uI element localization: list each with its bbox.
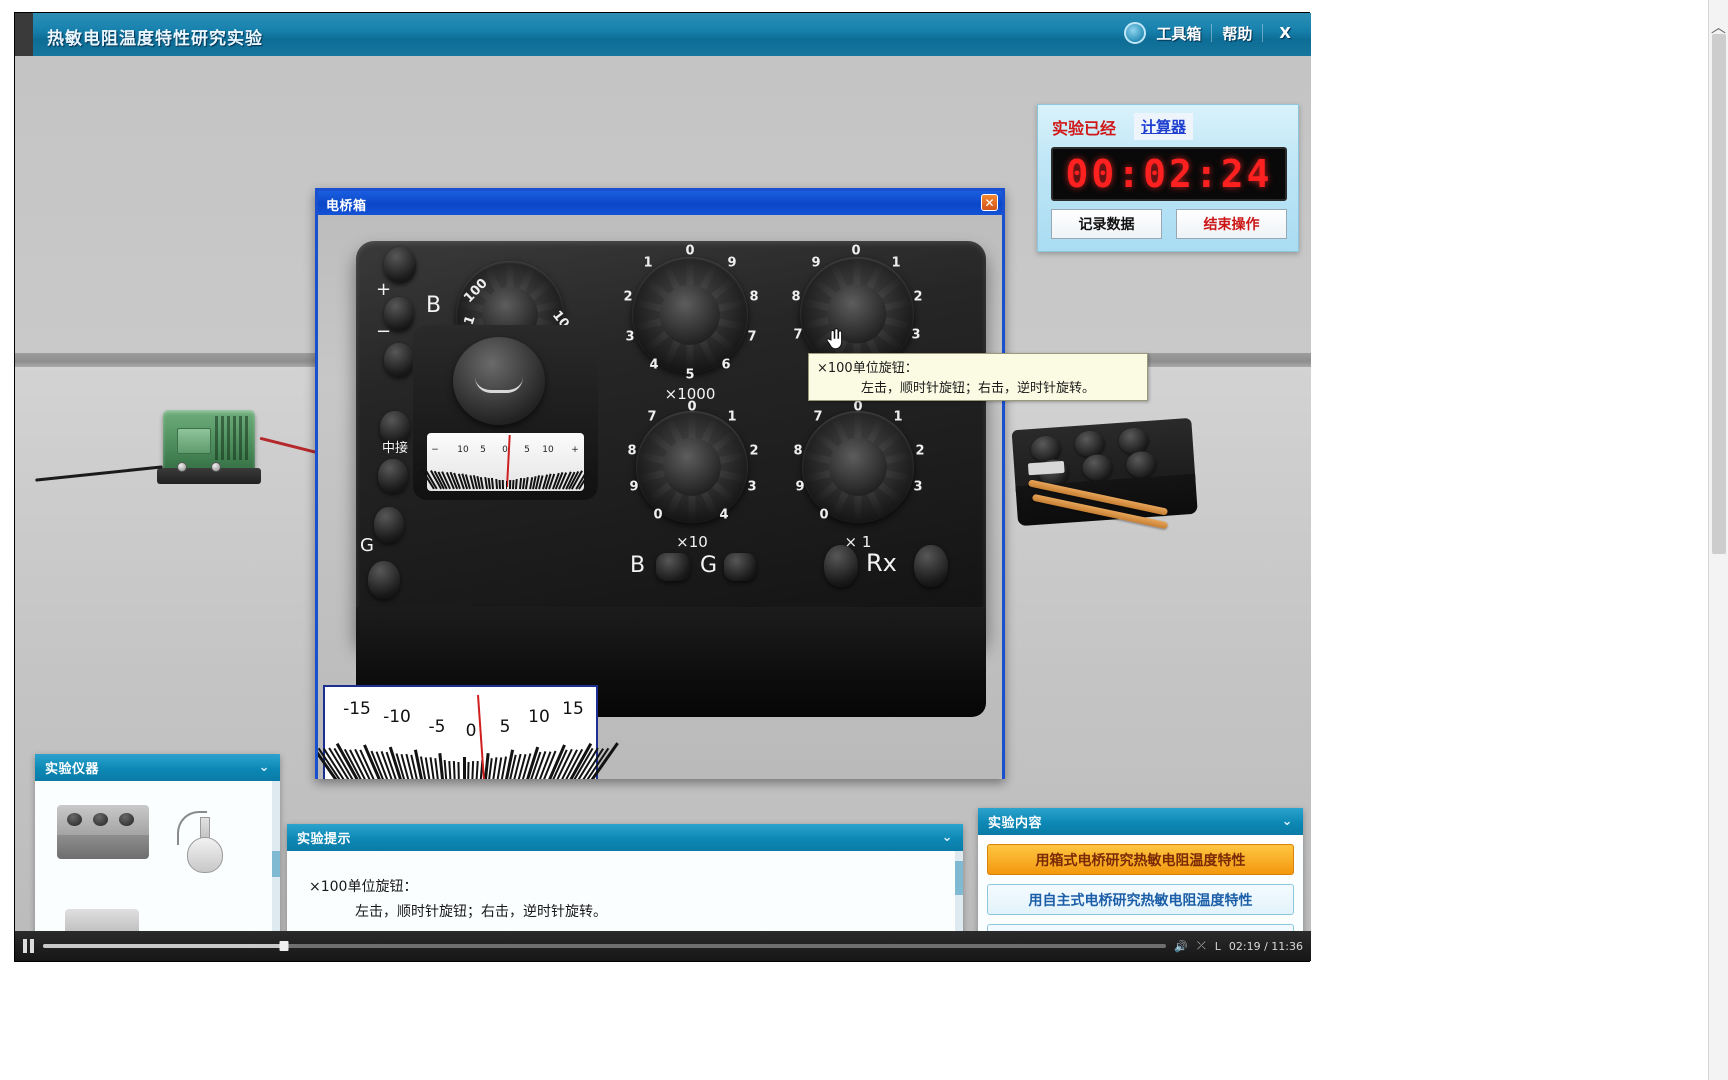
label-middle: 中接 <box>382 441 409 456</box>
galvanometer-ticks <box>421 459 592 490</box>
dial-x1000[interactable] <box>632 257 748 373</box>
post-top[interactable] <box>384 247 416 283</box>
chevron-double-down-icon[interactable]: ⌄ <box>259 760 270 775</box>
record-data-button[interactable]: 记录数据 <box>1051 209 1162 239</box>
button-b[interactable] <box>656 553 690 581</box>
timer-panel: 实验已经 计算器 00:02:24 记录数据 结束操作 <box>1037 104 1299 252</box>
instrument-heater-block[interactable] <box>65 909 139 933</box>
transformer-terminal-1 <box>177 462 187 472</box>
dial-x10[interactable] <box>636 411 748 523</box>
content-item-0[interactable]: 用箱式电桥研究热敏电阻温度特性 <box>987 844 1294 875</box>
contents-panel: 实验内容 ⌄ 用箱式电桥研究热敏电阻温度特性 用自主式电桥研究热敏电阻温度特性 … <box>978 808 1303 933</box>
dial-x1[interactable] <box>802 411 914 523</box>
title-bar-left-nub <box>15 13 33 56</box>
connection-rods <box>1027 464 1177 530</box>
progress-slider[interactable] <box>43 941 1167 951</box>
toolbox-icon[interactable] <box>1124 22 1147 44</box>
toolbox-button[interactable]: 工具箱 <box>1156 23 1201 44</box>
contents-panel-title: 实验内容 <box>988 816 1043 831</box>
lock-icon[interactable]: L <box>1215 940 1221 953</box>
application-frame: 热敏电阻温度特性研究实验 工具箱 帮助 X 电桥箱 ✕ + − B 中接 G 1… <box>14 12 1311 962</box>
timer-buttons: 记录数据 结束操作 <box>1051 209 1287 239</box>
page-scrollbar[interactable]: ︿ <box>1708 0 1728 1080</box>
galvanometer-face: − 10 5 0 5 10 + <box>421 433 592 491</box>
bridge-box-window: 电桥箱 ✕ + − B 中接 G 100 0 9 8 7 6 5 4 3 2 1… <box>315 188 1005 779</box>
label-rx: Rx <box>866 549 897 577</box>
instruments-panel: 实验仪器 ⌄ <box>35 754 280 933</box>
variable-transformer[interactable] <box>155 396 265 486</box>
contents-panel-header: 实验内容 ⌄ <box>978 808 1303 835</box>
tooltip-line-2: 左击，顺时针旋钮；右击，逆时针旋转。 <box>861 381 1096 397</box>
close-icon[interactable]: X <box>1273 24 1297 42</box>
transformer-terminal-2 <box>211 462 221 472</box>
pause-icon[interactable] <box>23 939 35 953</box>
knob-slot <box>475 377 523 393</box>
content-item-1[interactable]: 用自主式电桥研究热敏电阻温度特性 <box>987 884 1294 915</box>
instruments-scrollbar[interactable] <box>272 781 280 933</box>
label-b-button: B <box>630 553 646 578</box>
transformer-plate <box>177 428 211 454</box>
instrument-resistance-box[interactable] <box>57 805 149 861</box>
volume-icon[interactable]: 🔊 <box>1174 940 1188 953</box>
post-middle-2[interactable] <box>378 459 408 493</box>
screen-root: 热敏电阻温度特性研究实验 工具箱 帮助 X 电桥箱 ✕ + − B 中接 G 1… <box>0 0 1728 1080</box>
app-title: 热敏电阻温度特性研究实验 <box>47 29 263 49</box>
calculator-link[interactable]: 计算器 <box>1134 113 1194 140</box>
progress-thumb[interactable] <box>279 941 289 951</box>
label-g-terminal: G <box>360 535 374 556</box>
galvanometer-adjust-knob[interactable] <box>453 337 545 425</box>
instruments-panel-title: 实验仪器 <box>45 762 100 777</box>
rx-terminal-right[interactable] <box>914 545 948 587</box>
tips-panel-body: ×100单位旋钮： 左击，顺时针旋钮；右击，逆时针旋转。 按F1键查看更多相关信… <box>287 851 963 933</box>
label-b-terminal: B <box>426 293 442 318</box>
scrollbar-thumb[interactable] <box>1712 34 1726 554</box>
magnified-ticks <box>318 721 619 779</box>
label-minus: − <box>376 321 392 342</box>
rx-terminal-left[interactable] <box>824 545 858 587</box>
post-g-2[interactable] <box>368 561 400 599</box>
button-g[interactable] <box>724 553 756 581</box>
tooltip-line-1: ×100单位旋钮： <box>817 361 918 376</box>
instrument-thermistor-probe[interactable] <box>175 811 235 883</box>
label-plus: + <box>376 279 392 300</box>
dial-x10-caption: ×10 <box>676 533 708 551</box>
instruments-panel-body <box>35 781 280 933</box>
tips-panel-title: 实验提示 <box>297 832 352 847</box>
post-g-1[interactable] <box>374 507 404 543</box>
bridge-window-body: + − B 中接 G 100 0.1 1 10 100 1000 <box>318 215 1002 779</box>
instruments-panel-header: 实验仪器 ⌄ <box>35 754 280 781</box>
timer-label: 实验已经 <box>1052 119 1117 138</box>
bridge-window-title: 电桥箱 <box>318 191 1002 215</box>
chevron-double-down-icon[interactable]: ⌄ <box>1282 814 1293 829</box>
experiment-stage: 电桥箱 ✕ + − B 中接 G 100 0 9 8 7 6 5 4 3 2 1… <box>15 56 1311 933</box>
timer-display: 00:02:24 <box>1051 147 1287 201</box>
progress-fill <box>43 944 285 948</box>
shuffle-icon[interactable]: ⤫ <box>1197 939 1206 953</box>
galvanometer-panel: − 10 5 0 5 10 + <box>413 325 598 500</box>
media-icons: 🔊 ⤫ L <box>1174 939 1221 953</box>
finish-operation-button[interactable]: 结束操作 <box>1176 209 1287 239</box>
tips-panel: 实验提示 ⌄ ×100单位旋钮： 左击，顺时针旋钮；右击，逆时针旋转。 按F1键… <box>287 824 963 933</box>
tips-scrollbar[interactable] <box>955 851 963 933</box>
tips-text: ×100单位旋钮： 左击，顺时针旋钮；右击，逆时针旋转。 <box>309 875 607 924</box>
media-control-bar: 🔊 ⤫ L 02:19 / 11:36 <box>15 931 1311 961</box>
media-time: 02:19 / 11:36 <box>1228 939 1303 953</box>
help-button[interactable]: 帮助 <box>1222 23 1252 44</box>
bridge-window-close-icon[interactable]: ✕ <box>981 194 998 211</box>
title-separator-2 <box>1262 24 1264 42</box>
chevron-double-down-icon[interactable]: ⌄ <box>942 830 953 845</box>
contents-panel-body: 用箱式电桥研究热敏电阻温度特性 用自主式电桥研究热敏电阻温度特性 用箱式电桥研究… <box>978 844 1303 933</box>
title-bar-actions: 工具箱 帮助 X <box>1124 22 1297 44</box>
post-minus[interactable] <box>384 343 414 377</box>
transformer-base <box>157 468 261 484</box>
label-g-button: G <box>700 553 718 578</box>
knob-tooltip: ×100单位旋钮： 左击，顺时针旋钮；右击，逆时针旋转。 <box>808 353 1148 401</box>
tips-panel-header: 实验提示 ⌄ <box>287 824 963 851</box>
title-bar: 热敏电阻温度特性研究实验 工具箱 帮助 X <box>15 13 1311 56</box>
magnified-galvanometer: -15 -10 -5 0 5 10 15 <box>318 685 619 779</box>
tips-line-1: ×100单位旋钮： <box>309 879 418 895</box>
tips-line-2: 左击，顺时针旋钮；右击，逆时针旋转。 <box>355 903 607 920</box>
title-separator-1 <box>1211 24 1213 42</box>
